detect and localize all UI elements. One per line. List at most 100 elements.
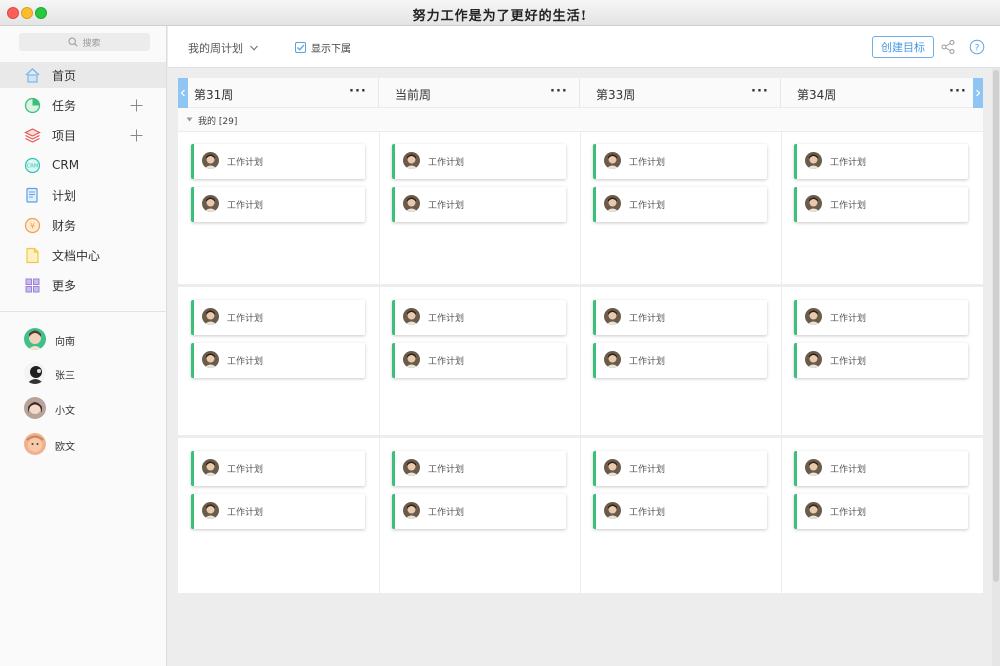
plan-card[interactable]: 工作计划 [392,494,566,529]
avatar-icon [805,459,822,476]
plan-card[interactable]: 工作计划 [593,300,767,335]
plan-card-label: 工作计划 [428,314,465,324]
svg-text:¥: ¥ [30,221,35,230]
more-options-icon[interactable]: ··· [550,84,568,99]
sidebar-item-plan[interactable]: 计划 [0,182,166,208]
chevron-left-icon [180,89,185,97]
plan-card[interactable]: 工作计划 [392,451,566,486]
plan-card[interactable]: 工作计划 [794,187,968,222]
sidebar-item-finance[interactable]: ¥ 财务 [0,212,166,238]
avatar-icon [604,308,621,325]
avatar-icon [24,362,46,384]
sidebar-item-label: CRM [52,158,80,172]
sidebar-item-projects[interactable]: 项目 [0,122,166,148]
help-icon[interactable]: ? [969,39,985,55]
column-divider [580,132,581,593]
sidebar-item-tasks[interactable]: 任务 [0,92,166,118]
avatar-icon [202,351,219,368]
week-column-header: 第31周 ··· [178,78,379,108]
plan-card[interactable]: 工作计划 [392,144,566,179]
avatar-icon [805,195,822,212]
create-goal-button[interactable]: 创建目标 [872,36,934,58]
weekly-plan-board: 第31周 ··· 当前周 ··· 第33周 ··· 第34周 ··· 我的 [2… [178,78,983,593]
week-column-header: 当前周 ··· [379,78,580,108]
week-title: 当前周 [395,88,432,102]
plan-card[interactable]: 工作计划 [191,451,365,486]
svg-text:CRM: CRM [27,163,39,169]
plan-card-label: 工作计划 [629,357,666,367]
add-task-icon[interactable] [130,99,143,112]
plan-card[interactable]: 工作计划 [593,187,767,222]
plan-card-label: 工作计划 [428,508,465,518]
plan-card-label: 工作计划 [227,508,264,518]
plan-card-label: 工作计划 [830,465,867,475]
plan-card[interactable]: 工作计划 [392,300,566,335]
sidebar: 搜索 首页 任务 项目 CRM CRM 计划 ¥ 财务 文档中心 更多 向南 张… [0,26,167,666]
plan-card-label: 工作计划 [428,357,465,367]
previous-week-button[interactable] [178,78,188,108]
avatar-icon [604,351,621,368]
show-subordinates-toggle[interactable]: 显示下属 [295,40,351,55]
plan-card[interactable]: 工作计划 [794,494,968,529]
home-icon [24,67,41,84]
scrollbar-thumb[interactable] [993,70,999,582]
more-options-icon[interactable]: ··· [949,84,967,99]
sidebar-item-more[interactable]: 更多 [0,272,166,298]
plan-card[interactable]: 工作计划 [794,144,968,179]
avatar-icon [403,459,420,476]
crm-icon: CRM [24,157,41,174]
contact-item[interactable]: 小文 [0,393,166,423]
plan-card-label: 工作计划 [227,314,264,324]
sidebar-divider [0,311,166,312]
sidebar-item-documents[interactable]: 文档中心 [0,242,166,268]
avatar-icon [24,328,46,350]
plan-card[interactable]: 工作计划 [593,494,767,529]
week-title: 第34周 [797,88,837,102]
sidebar-item-label: 财务 [52,218,77,233]
toolbar: 我的周计划 显示下属 创建目标 ? [168,26,1000,68]
more-options-icon[interactable]: ··· [751,84,769,99]
plan-card-label: 工作计划 [428,465,465,475]
next-week-button[interactable] [973,78,983,108]
search-placeholder: 搜索 [82,38,101,49]
view-dropdown[interactable]: 我的周计划 [188,40,259,56]
plan-card[interactable]: 工作计划 [191,144,365,179]
contact-name: 欧文 [55,442,75,453]
group-header[interactable]: 我的 [29] [178,108,983,132]
more-options-icon[interactable]: ··· [349,84,367,99]
contact-item[interactable]: 张三 [0,358,166,388]
plan-card-label: 工作计划 [629,465,666,475]
plan-card[interactable]: 工作计划 [392,187,566,222]
plan-card[interactable]: 工作计划 [593,451,767,486]
plan-card[interactable]: 工作计划 [794,343,968,378]
avatar-icon [202,459,219,476]
plan-card[interactable]: 工作计划 [794,300,968,335]
plan-card[interactable]: 工作计划 [392,343,566,378]
sidebar-item-label: 文档中心 [52,248,101,263]
plan-card[interactable]: 工作计划 [191,187,365,222]
group-label: 我的 [29] [198,117,238,127]
sidebar-item-label: 任务 [52,98,77,113]
check-icon [297,44,305,51]
grid-icon [24,277,41,294]
avatar-icon [202,308,219,325]
add-project-icon[interactable] [130,129,143,142]
plan-card[interactable]: 工作计划 [794,451,968,486]
share-icon[interactable] [940,39,956,55]
search-icon [68,37,79,47]
sidebar-item-home[interactable]: 首页 [0,62,166,88]
plan-card[interactable]: 工作计划 [191,494,365,529]
contact-item[interactable]: 向南 [0,324,166,354]
plan-card-label: 工作计划 [629,201,666,211]
contact-item[interactable]: 欧文 [0,429,166,459]
plan-card[interactable]: 工作计划 [191,343,365,378]
plan-card[interactable]: 工作计划 [191,300,365,335]
plan-card-label: 工作计划 [227,357,264,367]
show-subordinates-checkbox[interactable] [295,42,306,53]
plan-card[interactable]: 工作计划 [593,144,767,179]
search-input[interactable]: 搜索 [19,33,150,51]
plan-card[interactable]: 工作计划 [593,343,767,378]
sidebar-item-crm[interactable]: CRM CRM [0,152,166,178]
week-title: 第33周 [596,88,636,102]
chevron-right-icon [976,89,981,97]
